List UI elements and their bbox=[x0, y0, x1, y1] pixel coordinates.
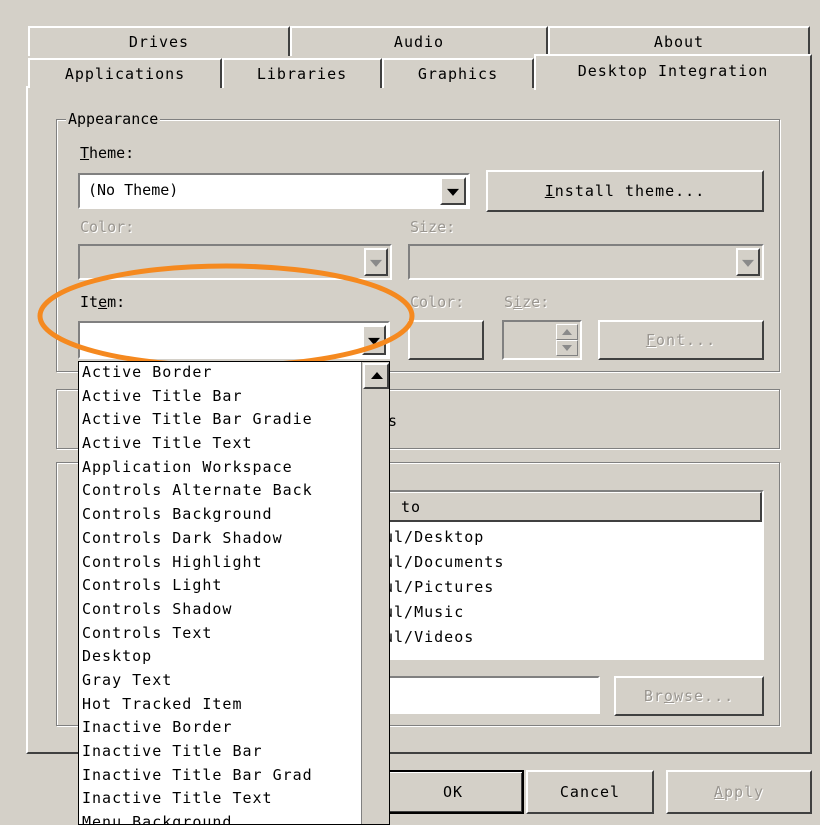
tab-applications-label: Applications bbox=[64, 65, 186, 83]
tab-libraries[interactable]: Libraries bbox=[222, 58, 382, 88]
apply-button-label: Apply bbox=[713, 783, 765, 801]
item-list-option[interactable]: Controls Text bbox=[79, 622, 361, 646]
install-theme-label: Install theme... bbox=[544, 182, 706, 200]
item-color-label: Color: bbox=[410, 293, 465, 311]
item-label: Item: bbox=[80, 293, 126, 311]
item-size-label: Size: bbox=[504, 293, 550, 311]
folder-path[interactable]: ul/Videos bbox=[384, 628, 474, 646]
install-theme-button[interactable]: Install theme... bbox=[486, 170, 764, 212]
arrow-up-icon bbox=[371, 372, 383, 379]
color-label: Color: bbox=[80, 218, 135, 236]
spinner-up-button[interactable] bbox=[556, 324, 578, 340]
tab-audio[interactable]: Audio bbox=[290, 26, 548, 56]
item-list-option[interactable]: Gray Text bbox=[79, 669, 361, 693]
chevron-down-icon bbox=[447, 188, 459, 196]
tab-applications[interactable]: Applications bbox=[28, 58, 222, 88]
item-list-option[interactable]: Controls Shadow bbox=[79, 598, 361, 622]
font-button[interactable]: Font... bbox=[598, 320, 764, 360]
folder-path[interactable]: ul/Music bbox=[384, 603, 464, 621]
cancel-button-label: Cancel bbox=[559, 783, 621, 801]
item-list-option[interactable]: Inactive Title Bar bbox=[79, 740, 361, 764]
item-list-rows: Active Border Active Title Bar Active Titl… bbox=[79, 362, 361, 824]
item-list-option[interactable]: Desktop bbox=[79, 645, 361, 669]
size-dropdown-button[interactable] bbox=[736, 248, 760, 276]
item-list-option[interactable]: Controls Alternate Back bbox=[79, 479, 361, 503]
spinner-down-button[interactable] bbox=[556, 340, 578, 356]
tab-audio-label: Audio bbox=[393, 33, 445, 51]
theme-combobox[interactable]: (No Theme) bbox=[78, 173, 470, 209]
tab-desktop-integration[interactable]: Desktop Integration bbox=[534, 54, 812, 90]
item-dropdown-button[interactable] bbox=[362, 325, 386, 355]
item-list-option[interactable]: Controls Background bbox=[79, 503, 361, 527]
color-combobox[interactable] bbox=[78, 244, 392, 280]
item-color-button[interactable] bbox=[408, 320, 484, 360]
item-list-option[interactable]: Active Title Text bbox=[79, 432, 361, 456]
scroll-up-button[interactable] bbox=[363, 363, 389, 389]
appearance-legend: Appearance bbox=[66, 110, 161, 128]
item-list-option[interactable]: Active Title Bar Gradie bbox=[79, 408, 361, 432]
item-list-option[interactable]: Menu Background bbox=[79, 811, 361, 824]
ok-button[interactable]: OK bbox=[382, 770, 524, 814]
item-dropdown-list[interactable]: Active Border Active Title Bar Active Titl… bbox=[78, 361, 390, 825]
item-combobox[interactable] bbox=[78, 321, 390, 359]
tab-libraries-label: Libraries bbox=[256, 65, 348, 83]
tab-drives-label: Drives bbox=[128, 33, 190, 51]
folder-path[interactable]: ul/Documents bbox=[384, 553, 504, 571]
cancel-button[interactable]: Cancel bbox=[526, 770, 654, 814]
item-list-option[interactable]: Application Workspace bbox=[79, 456, 361, 480]
chevron-down-icon bbox=[368, 337, 380, 345]
folder-path[interactable]: ul/Pictures bbox=[384, 578, 494, 596]
tab-graphics-label: Graphics bbox=[417, 65, 499, 83]
size-combobox[interactable] bbox=[408, 244, 764, 280]
chevron-down-icon bbox=[742, 259, 754, 267]
size-label: Size: bbox=[410, 218, 456, 236]
item-list-option[interactable]: Inactive Title Text bbox=[79, 787, 361, 811]
item-list-option[interactable]: Controls Light bbox=[79, 574, 361, 598]
item-list-option[interactable]: Inactive Title Bar Grad bbox=[79, 764, 361, 788]
apply-button[interactable]: Apply bbox=[666, 770, 812, 814]
list-scrollbar[interactable] bbox=[361, 362, 389, 824]
arrow-down-icon bbox=[562, 345, 572, 351]
folder-path[interactable]: ul/Desktop bbox=[384, 528, 484, 546]
browse-button-label: Browse... bbox=[643, 687, 735, 705]
item-list-option[interactable]: Active Border bbox=[79, 362, 361, 385]
color-dropdown-button[interactable] bbox=[364, 248, 388, 276]
item-list-option[interactable]: Inactive Border bbox=[79, 716, 361, 740]
link-to-header: to bbox=[401, 498, 422, 516]
item-list-option[interactable]: Controls Dark Shadow bbox=[79, 527, 361, 551]
chevron-down-icon bbox=[370, 259, 382, 267]
ok-button-label: OK bbox=[442, 783, 464, 801]
arrow-up-icon bbox=[562, 329, 572, 335]
tab-drives[interactable]: Drives bbox=[28, 26, 290, 56]
tab-about[interactable]: About bbox=[548, 26, 810, 56]
tab-about-label: About bbox=[653, 33, 705, 51]
theme-label: T(No Theme)heme: bbox=[80, 144, 135, 162]
item-list-option[interactable]: Active Title Bar bbox=[79, 385, 361, 409]
tab-desktop-integration-label: Desktop Integration bbox=[577, 62, 769, 80]
item-list-option[interactable]: Controls Highlight bbox=[79, 551, 361, 575]
tab-graphics[interactable]: Graphics bbox=[382, 58, 534, 88]
item-list-option[interactable]: Hot Tracked Item bbox=[79, 693, 361, 717]
font-button-label: Font... bbox=[645, 331, 717, 349]
theme-value: (No Theme) bbox=[88, 181, 179, 199]
browse-button[interactable]: Browse... bbox=[614, 676, 764, 716]
theme-dropdown-button[interactable] bbox=[440, 177, 466, 205]
item-size-spinner[interactable] bbox=[502, 320, 582, 360]
